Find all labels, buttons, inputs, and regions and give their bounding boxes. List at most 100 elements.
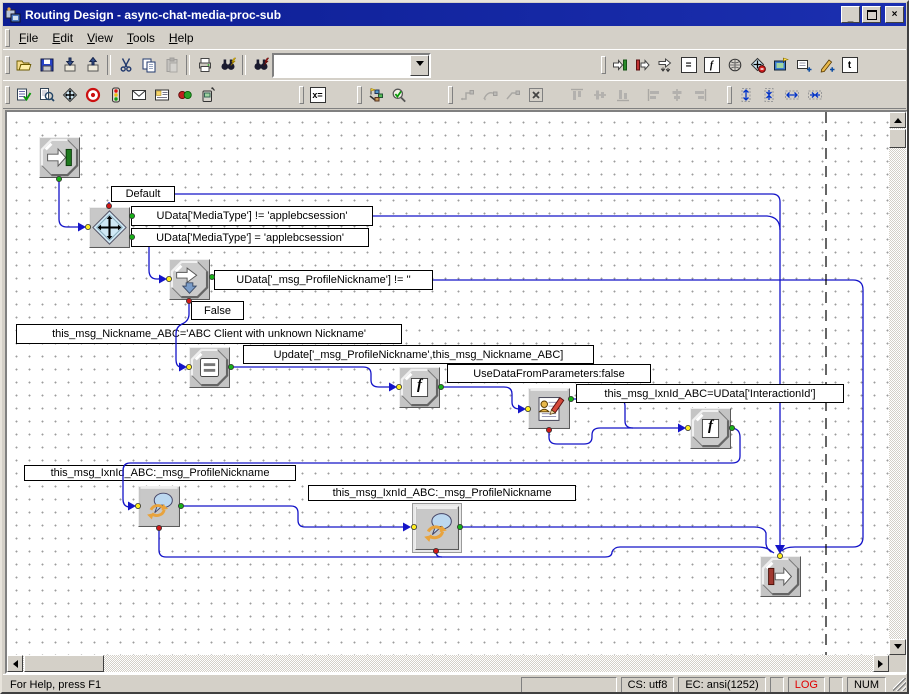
palette-macro-button[interactable]: [769, 54, 792, 77]
combo-dropdown-button[interactable]: [410, 55, 429, 76]
palette-gripper[interactable]: [601, 56, 606, 74]
function-block-1[interactable]: f: [399, 367, 440, 408]
status-log-indicator: LOG: [788, 677, 825, 693]
multi-assign-block[interactable]: [189, 347, 230, 388]
search-combo-input[interactable]: [274, 55, 410, 76]
palette-multiassign-button[interactable]: =: [677, 54, 700, 77]
align-right-button[interactable]: [688, 83, 711, 106]
palette-exit-button[interactable]: [631, 54, 654, 77]
interaction-dots-button[interactable]: [173, 83, 196, 106]
maximize-button[interactable]: [862, 6, 881, 23]
horizontal-scroll-thumb[interactable]: [24, 655, 104, 672]
close-button[interactable]: ×: [885, 6, 904, 23]
entry-block[interactable]: [39, 137, 80, 178]
expression-gripper[interactable]: [299, 86, 304, 104]
menu-file[interactable]: File: [12, 29, 45, 47]
scroll-up-button[interactable]: [889, 112, 906, 128]
link-gripper[interactable]: [448, 86, 453, 104]
copy-button[interactable]: [137, 54, 160, 77]
title-bar[interactable]: Routing Design - async-chat-media-proc-s…: [3, 3, 906, 26]
label-use-data[interactable]: UseDataFromParameters:false: [447, 364, 651, 383]
publish-flag-button[interactable]: [364, 83, 387, 106]
find-button[interactable]: [216, 54, 239, 77]
segmentation-block[interactable]: [89, 207, 130, 248]
list-check-button[interactable]: [12, 83, 35, 106]
zoom-document-button[interactable]: [35, 83, 58, 106]
label-assign-nickname[interactable]: this_msg_Nickname_ABC='ABC Client with u…: [16, 324, 402, 344]
note-card-button[interactable]: [150, 83, 173, 106]
align-top-button[interactable]: [565, 83, 588, 106]
print-button[interactable]: [193, 54, 216, 77]
chat-transcript-block-2[interactable]: [415, 506, 459, 550]
exit-block[interactable]: [760, 556, 801, 597]
toolbar2-gripper[interactable]: [5, 86, 10, 104]
target-button[interactable]: [81, 83, 104, 106]
validate-gripper[interactable]: [357, 86, 362, 104]
label-chat1[interactable]: this_msg_IxnId_ABC:_msg_ProfileNickname: [24, 465, 296, 481]
scroll-left-button[interactable]: [7, 655, 23, 672]
email-button[interactable]: [127, 83, 150, 106]
if-branch-block[interactable]: [169, 259, 210, 300]
branch-label-media-ne[interactable]: UData['MediaType'] != 'applebcsession': [131, 206, 373, 226]
toolbar1-gripper[interactable]: [5, 56, 10, 74]
save-button[interactable]: [35, 54, 58, 77]
vertical-scrollbar[interactable]: [889, 112, 906, 655]
connector-function1-to-update: [441, 387, 520, 409]
find-in-files-button[interactable]: [249, 54, 272, 77]
menu-gripper[interactable]: [5, 29, 10, 47]
align-middle-button[interactable]: [588, 83, 611, 106]
check-out-button[interactable]: [81, 54, 104, 77]
align-bottom-button[interactable]: [611, 83, 634, 106]
traffic-light-button[interactable]: [104, 83, 127, 106]
menu-help[interactable]: Help: [162, 29, 201, 47]
label-chat2[interactable]: this_msg_IxnId_ABC:_msg_ProfileNickname: [308, 485, 576, 501]
palette-function-button[interactable]: f: [700, 54, 723, 77]
link-curved-button[interactable]: [478, 83, 501, 106]
size-width-shrink-button[interactable]: [803, 83, 826, 106]
branch-label-default[interactable]: Default: [111, 186, 175, 202]
validate-check-button[interactable]: [387, 83, 410, 106]
menu-edit[interactable]: Edit: [45, 29, 80, 47]
function-block-2[interactable]: f: [690, 408, 731, 449]
flow-canvas[interactable]: Default UData['MediaType'] != 'applebcse…: [7, 112, 889, 655]
align-left-button[interactable]: [642, 83, 665, 106]
device-button[interactable]: [196, 83, 219, 106]
branch-label-nickname-ne[interactable]: UData['_msg_ProfileNickname'] != '': [214, 270, 433, 290]
check-in-button[interactable]: [58, 54, 81, 77]
palette-segmentation-button[interactable]: [654, 54, 677, 77]
size-height-grow-button[interactable]: [734, 83, 757, 106]
size-height-shrink-button[interactable]: [757, 83, 780, 106]
label-assign-ixnid[interactable]: this_msg_IxnId_ABC=UData['InteractionId'…: [576, 384, 844, 403]
search-combo[interactable]: [272, 53, 431, 78]
link-angled-button[interactable]: [501, 83, 524, 106]
label-update-call[interactable]: Update['_msg_ProfileNickname',this_msg_N…: [243, 345, 594, 364]
palette-text-button[interactable]: t: [838, 54, 861, 77]
palette-web-button[interactable]: [723, 54, 746, 77]
x-equals-button[interactable]: x=: [306, 83, 329, 106]
paste-button[interactable]: [160, 54, 183, 77]
chat-transcript-block-1[interactable]: [138, 486, 180, 527]
delete-link-button[interactable]: [524, 83, 547, 106]
branch-label-media-eq[interactable]: UData['MediaType'] = 'applebcsession': [131, 228, 369, 247]
resize-grip[interactable]: [893, 678, 906, 691]
cut-button[interactable]: [114, 54, 137, 77]
minimize-button[interactable]: _: [841, 6, 860, 23]
branch-label-false[interactable]: False: [191, 301, 244, 320]
scroll-down-button[interactable]: [889, 639, 906, 655]
menu-tools[interactable]: Tools: [120, 29, 162, 47]
align-center-button[interactable]: [665, 83, 688, 106]
size-width-grow-button[interactable]: [780, 83, 803, 106]
menu-view[interactable]: View: [80, 29, 120, 47]
palette-subroutine-button[interactable]: [792, 54, 815, 77]
palette-edit-button[interactable]: [815, 54, 838, 77]
palette-entry-button[interactable]: [608, 54, 631, 77]
link-straight-button[interactable]: [455, 83, 478, 106]
vertical-scroll-thumb[interactable]: [889, 129, 906, 148]
size-gripper[interactable]: [727, 86, 732, 104]
horizontal-scrollbar[interactable]: [7, 655, 889, 672]
palette-routing-button[interactable]: [746, 54, 769, 77]
segmentation-diamond-button[interactable]: [58, 83, 81, 106]
scroll-right-button[interactable]: [873, 655, 889, 672]
update-record-block[interactable]: [528, 388, 570, 429]
open-button[interactable]: [12, 54, 35, 77]
